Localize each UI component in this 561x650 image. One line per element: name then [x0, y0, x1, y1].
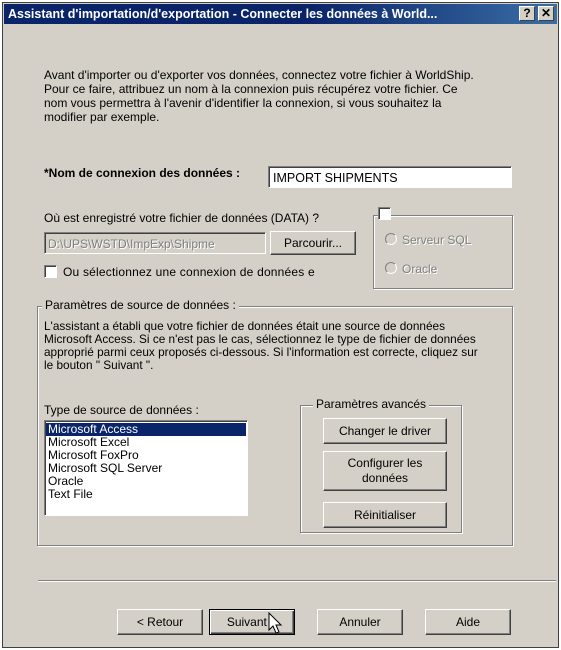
close-button[interactable]: ✕ — [538, 6, 554, 21]
reset-button[interactable]: Réinitialiser — [323, 502, 447, 528]
configure-data-button[interactable]: Configurer les données — [323, 451, 447, 491]
help-title-button[interactable]: ? — [519, 6, 535, 21]
connection-name-value: IMPORT SHIPMENTS — [273, 171, 398, 185]
back-button[interactable]: < Retour — [117, 609, 203, 635]
connection-name-input[interactable]: IMPORT SHIPMENTS — [268, 166, 512, 188]
intro-text: Avant d'importer ou d'exporter vos donné… — [44, 68, 474, 124]
footer-separator — [38, 580, 556, 582]
existing-connection-checkbox[interactable] — [44, 265, 57, 278]
source-params-description: L'assistant a établi que votre fichier d… — [44, 319, 478, 372]
server-group — [373, 215, 513, 289]
existing-connection-label: Ou sélectionnez une connexion de données… — [63, 265, 315, 279]
data-file-path-input[interactable]: D:\UPS\WSTD\ImpExp\Shipme — [44, 232, 266, 254]
connection-name-label: *Nom de connexion des données : — [44, 166, 241, 180]
sql-server-radio[interactable] — [385, 233, 397, 245]
source-type-list[interactable]: Microsoft Access Microsoft Excel Microso… — [44, 420, 248, 516]
cancel-button[interactable]: Annuler — [317, 609, 403, 635]
source-type-item[interactable]: Text File — [46, 488, 246, 501]
data-file-path-value: D:\UPS\WSTD\ImpExp\Shipme — [48, 237, 215, 251]
title-bar[interactable]: Assistant d'importation/d'exportation - … — [4, 4, 557, 24]
oracle-label: Oracle — [402, 262, 438, 276]
server-group-checkbox[interactable] — [378, 207, 391, 220]
change-driver-button[interactable]: Changer le driver — [323, 418, 447, 444]
sql-server-label: Serveur SQL — [402, 233, 472, 247]
help-button[interactable]: Aide — [425, 609, 511, 635]
advanced-group-label: Paramètres avancés — [313, 397, 430, 411]
oracle-radio[interactable] — [385, 262, 397, 274]
browse-button[interactable]: Parcourir... — [270, 231, 356, 255]
data-file-label: Où est enregistré votre fichier de donné… — [44, 211, 320, 225]
mouse-cursor-icon — [268, 612, 283, 634]
source-params-label: Paramètres de source de données : — [42, 298, 239, 312]
source-type-label: Type de source de données : — [44, 403, 199, 417]
window-title: Assistant d'importation/d'exportation - … — [8, 7, 438, 21]
